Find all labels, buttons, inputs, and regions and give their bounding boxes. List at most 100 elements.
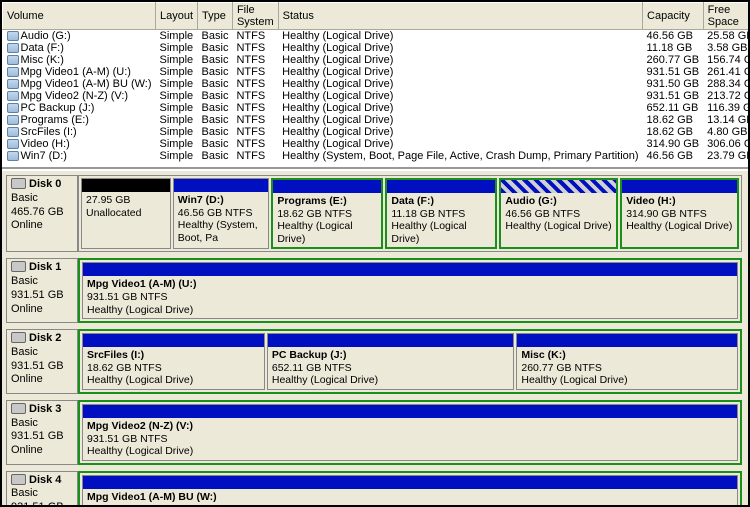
cell-free: 116.39 GB <box>703 102 748 114</box>
cell-free: 261.41 GB <box>703 66 748 78</box>
cell-type: Basic <box>198 42 233 54</box>
cell-type: Basic <box>198 150 233 162</box>
table-row[interactable]: Audio (G:)SimpleBasicNTFSHealthy (Logica… <box>3 30 749 43</box>
cell-cap: 652.11 GB <box>643 102 704 114</box>
table-row[interactable]: Win7 (D:)SimpleBasicNTFSHealthy (System,… <box>3 150 749 162</box>
column-header[interactable]: Volume <box>3 3 156 30</box>
cell-free: 156.74 GB <box>703 54 748 66</box>
partition-info: Mpg Video1 (A-M) (U:)931.51 GB NTFSHealt… <box>83 276 737 318</box>
partition-size: 931.50 GB NTFS <box>87 503 733 505</box>
column-header[interactable]: Type <box>198 3 233 30</box>
cell-free: 213.72 GB <box>703 90 748 102</box>
disk-state: Online <box>11 444 73 458</box>
table-row[interactable]: Video (H:)SimpleBasicNTFSHealthy (Logica… <box>3 138 749 150</box>
disk-graphical-pane[interactable]: Disk 0Basic465.76 GBOnline27.95 GBUnallo… <box>2 169 748 505</box>
table-row[interactable]: SrcFiles (I:)SimpleBasicNTFSHealthy (Log… <box>3 126 749 138</box>
partition[interactable]: Mpg Video1 (A-M) BU (W:)931.50 GB NTFSHe… <box>82 475 738 505</box>
partition[interactable]: 27.95 GBUnallocated <box>81 178 171 249</box>
volume-table: VolumeLayoutTypeFile SystemStatusCapacit… <box>2 2 748 162</box>
disk-label[interactable]: Disk 4Basic931.51 GBOnline <box>6 471 78 505</box>
disk-size: 931.51 GB <box>11 430 73 444</box>
drive-icon <box>7 79 19 89</box>
drive-icon <box>7 127 19 137</box>
cell-fs: NTFS <box>232 54 278 66</box>
cell-layout: Simple <box>156 114 198 126</box>
cell-free: 23.79 GB <box>703 150 748 162</box>
cell-status: Healthy (Logical Drive) <box>278 114 642 126</box>
partition[interactable]: Win7 (D:)46.56 GB NTFSHealthy (System, B… <box>173 178 270 249</box>
partition-status: Healthy (System, Boot, Pa <box>178 219 265 244</box>
partition-status: Healthy (Logical Drive) <box>626 220 733 233</box>
drive-icon <box>7 31 19 41</box>
cell-layout: Simple <box>156 42 198 54</box>
table-row[interactable]: PC Backup (J:)SimpleBasicNTFSHealthy (Lo… <box>3 102 749 114</box>
column-header[interactable]: File System <box>232 3 278 30</box>
drive-icon <box>7 103 19 113</box>
cell-status: Healthy (Logical Drive) <box>278 126 642 138</box>
partition-info: SrcFiles (I:)18.62 GB NTFSHealthy (Logic… <box>83 347 264 389</box>
disk-id: Disk 1 <box>29 261 61 273</box>
cell-type: Basic <box>198 114 233 126</box>
table-row[interactable]: Mpg Video2 (N-Z) (V:)SimpleBasicNTFSHeal… <box>3 90 749 102</box>
column-header[interactable]: Capacity <box>643 3 704 30</box>
partition-name: SrcFiles (I:) <box>87 349 260 362</box>
disk-size: 931.51 GB <box>11 501 73 505</box>
partition[interactable]: Video (H:)314.90 GB NTFSHealthy (Logical… <box>620 178 739 249</box>
disk-type: Basic <box>11 346 73 360</box>
disk-label[interactable]: Disk 2Basic931.51 GBOnline <box>6 329 78 394</box>
cell-fs: NTFS <box>232 150 278 162</box>
partition[interactable]: Mpg Video1 (A-M) (U:)931.51 GB NTFSHealt… <box>82 262 738 319</box>
disk-label[interactable]: Disk 3Basic931.51 GBOnline <box>6 400 78 465</box>
partition-size: 46.56 GB NTFS <box>505 208 612 221</box>
partition-status: Healthy (Logical Drive) <box>87 374 260 387</box>
column-header[interactable]: Layout <box>156 3 198 30</box>
partition[interactable]: SrcFiles (I:)18.62 GB NTFSHealthy (Logic… <box>82 333 265 390</box>
table-row[interactable]: Programs (E:)SimpleBasicNTFSHealthy (Log… <box>3 114 749 126</box>
disk-icon <box>11 261 26 272</box>
partition[interactable]: PC Backup (J:)652.11 GB NTFSHealthy (Log… <box>267 333 514 390</box>
partition-header-bar <box>501 180 616 193</box>
partition-name: Mpg Video1 (A-M) (U:) <box>87 278 733 291</box>
table-row[interactable]: Data (F:)SimpleBasicNTFSHealthy (Logical… <box>3 42 749 54</box>
disk-id: Disk 0 <box>29 178 61 190</box>
partition[interactable]: Data (F:)11.18 GB NTFSHealthy (Logical D… <box>385 178 497 249</box>
column-header[interactable]: Status <box>278 3 642 30</box>
partition-name: Data (F:) <box>391 195 491 208</box>
partition[interactable]: Programs (E:)18.62 GB NTFSHealthy (Logic… <box>271 178 383 249</box>
partition-header-bar <box>622 180 737 193</box>
partition-status: Healthy (Logical Drive) <box>277 220 377 245</box>
table-row[interactable]: Mpg Video1 (A-M) BU (W:)SimpleBasicNTFSH… <box>3 78 749 90</box>
partition[interactable]: Misc (K:)260.77 GB NTFSHealthy (Logical … <box>516 333 738 390</box>
cell-type: Basic <box>198 66 233 78</box>
partition-status: Healthy (Logical Drive) <box>87 304 733 317</box>
drive-icon <box>7 43 19 53</box>
partition-size: 931.51 GB NTFS <box>87 433 733 446</box>
cell-fs: NTFS <box>232 114 278 126</box>
partition-status: Healthy (Logical Drive) <box>391 220 491 245</box>
partition-info: Win7 (D:)46.56 GB NTFSHealthy (System, B… <box>174 192 269 246</box>
partition-size: 314.90 GB NTFS <box>626 208 733 221</box>
disk-type: Basic <box>11 487 73 501</box>
disk-label[interactable]: Disk 1Basic931.51 GBOnline <box>6 258 78 323</box>
partition-header-bar <box>174 179 269 192</box>
drive-icon <box>7 55 19 65</box>
table-row[interactable]: Mpg Video1 (A-M) (U:)SimpleBasicNTFSHeal… <box>3 66 749 78</box>
cell-layout: Simple <box>156 126 198 138</box>
table-row[interactable]: Misc (K:)SimpleBasicNTFSHealthy (Logical… <box>3 54 749 66</box>
cell-type: Basic <box>198 126 233 138</box>
disk-state: Online <box>11 373 73 387</box>
partition[interactable]: Audio (G:)46.56 GB NTFSHealthy (Logical … <box>499 178 618 249</box>
column-header[interactable]: Free Space <box>703 3 748 30</box>
cell-layout: Simple <box>156 150 198 162</box>
partition-header-bar <box>268 334 513 347</box>
partition-size: 11.18 GB NTFS <box>391 208 491 221</box>
disk-label[interactable]: Disk 0Basic465.76 GBOnline <box>6 175 78 252</box>
disk-icon <box>11 178 26 189</box>
cell-name: Misc (K:) <box>3 54 156 66</box>
volume-list-pane[interactable]: VolumeLayoutTypeFile SystemStatusCapacit… <box>2 2 748 169</box>
partition-info: Audio (G:)46.56 GB NTFSHealthy (Logical … <box>501 193 616 235</box>
disk-icon <box>11 332 26 343</box>
partition-info: 27.95 GBUnallocated <box>82 192 170 221</box>
partition[interactable]: Mpg Video2 (N-Z) (V:)931.51 GB NTFSHealt… <box>82 404 738 461</box>
cell-fs: NTFS <box>232 78 278 90</box>
